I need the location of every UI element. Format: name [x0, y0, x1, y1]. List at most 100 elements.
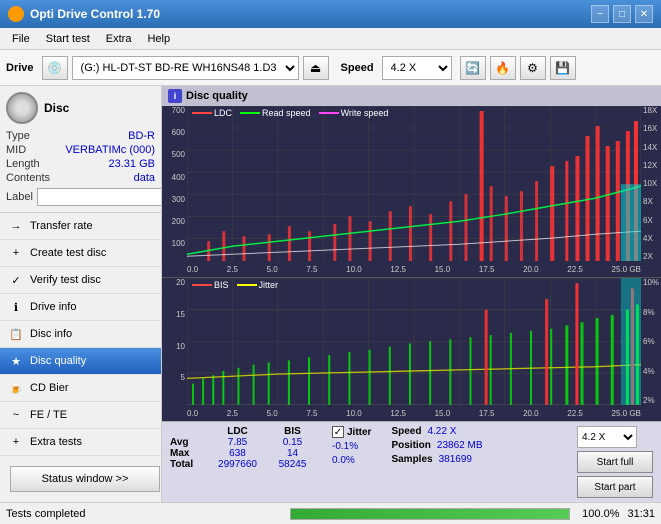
eject-button[interactable]: ⏏ [303, 56, 329, 80]
disc-label-input[interactable] [37, 188, 162, 206]
legend-write-speed: Write speed [319, 108, 389, 118]
maximize-button[interactable]: □ [613, 5, 631, 23]
nav-verify-test-disc[interactable]: ✓ Verify test disc [0, 267, 161, 294]
position-row-val: 23862 MB [437, 440, 483, 451]
legend-jitter-label: Jitter [259, 280, 279, 290]
nav-disc-info-label: Disc info [30, 328, 72, 340]
ldc-color-dot [192, 112, 212, 114]
samples-row-val: 381699 [439, 454, 472, 465]
nav-drive-info[interactable]: ℹ Drive info [0, 294, 161, 321]
drive-select[interactable]: (G:) HL-DT-ST BD-RE WH16NS48 1.D3 [72, 56, 299, 80]
chart-top-y-left: 700 600 500 400 300 200 100 [162, 106, 187, 261]
progress-percentage: 100.0% [582, 508, 619, 520]
nav-cd-bier[interactable]: 🍺 CD Bier [0, 375, 161, 402]
bis-header: BIS [265, 426, 320, 437]
minimize-button[interactable]: − [591, 5, 609, 23]
menu-extra[interactable]: Extra [98, 31, 140, 47]
chart-bottom-legend: BIS Jitter [192, 280, 278, 290]
sidebar: Disc Type BD-R MID VERBATIMc (000) Lengt… [0, 86, 162, 502]
stats-table: LDC BIS Avg 7.85 0.15 Max 638 [170, 426, 320, 470]
nav-disc-quality-label: Disc quality [30, 355, 86, 367]
jitter-checkbox[interactable]: ✓ [332, 426, 344, 438]
chart-bottom-y-right: 10% 8% 6% 4% 2% [641, 278, 661, 405]
avg-bis-val: 0.15 [265, 437, 320, 448]
speed-label: Speed [341, 62, 374, 74]
nav-create-test-disc[interactable]: + Create test disc [0, 240, 161, 267]
app-title: Opti Drive Control 1.70 [30, 7, 591, 21]
disc-label-row: Label ✎ [6, 188, 155, 206]
drive-icon-btn[interactable]: 💿 [42, 56, 68, 80]
write-speed-color-dot [319, 112, 339, 114]
nav-cd-bier-label: CD Bier [30, 382, 69, 394]
speed-dropdown[interactable]: 4.2 X [577, 426, 637, 448]
chart-top-legend: LDC Read speed Write speed [192, 108, 388, 118]
jitter-section: ✓ Jitter -0.1% 0.0% [332, 426, 371, 466]
start-part-button[interactable]: Start part [577, 476, 653, 498]
chart-top-y-right: 18X 16X 14X 12X 10X 8X 6X 4X 2X [641, 106, 661, 261]
settings-button[interactable]: ⚙ [520, 56, 546, 80]
speed-row-label: Speed [391, 426, 421, 437]
nav-disc-quality[interactable]: ★ Disc quality [0, 348, 161, 375]
start-buttons-section: 4.2 X Start full Start part [577, 426, 653, 498]
legend-bis: BIS [192, 280, 229, 290]
disc-quality-header: i Disc quality [162, 86, 661, 106]
menu-file[interactable]: File [4, 31, 38, 47]
nav-extra-tests[interactable]: + Extra tests [0, 429, 161, 456]
stats-avg-row: Avg 7.85 0.15 [170, 437, 320, 448]
close-button[interactable]: ✕ [635, 5, 653, 23]
speed-select-row: 4.2 X [577, 426, 653, 448]
transfer-rate-icon: → [8, 218, 24, 234]
menu-start-test[interactable]: Start test [38, 31, 98, 47]
total-bis-val: 58245 [265, 459, 320, 470]
ldc-header: LDC [210, 426, 265, 437]
speed-row: Speed 4.22 X [391, 426, 482, 437]
content-area: i Disc quality LDC Read speed [162, 86, 661, 502]
dq-header-icon: i [168, 89, 182, 103]
disc-length-row: Length 23.31 GB [6, 158, 155, 170]
chart-container: LDC Read speed Write speed 700 600 50 [162, 106, 661, 421]
status-window-button[interactable]: Status window >> [10, 466, 160, 492]
disc-length-val: 23.31 GB [109, 158, 155, 170]
legend-jitter: Jitter [237, 280, 279, 290]
cd-bier-icon: 🍺 [8, 380, 24, 396]
disc-icon [6, 92, 38, 124]
nav-fe-te[interactable]: ~ FE / TE [0, 402, 161, 429]
status-time: 31:31 [627, 508, 655, 520]
save-button[interactable]: 💾 [550, 56, 576, 80]
avg-ldc-val: 7.85 [210, 437, 265, 448]
disc-type-key: Type [6, 130, 30, 142]
bis-color-dot [192, 284, 212, 286]
refresh-button[interactable]: 🔄 [460, 56, 486, 80]
nav-drive-info-label: Drive info [30, 301, 76, 313]
verify-test-disc-icon: ✓ [8, 272, 24, 288]
chart-bottom-svg [187, 278, 641, 405]
speed-select[interactable]: 4.2 X [382, 56, 452, 80]
read-speed-color-dot [240, 112, 260, 114]
create-test-disc-icon: + [8, 245, 24, 261]
legend-bis-label: BIS [214, 280, 229, 290]
legend-write-speed-label: Write speed [341, 108, 389, 118]
nav-transfer-rate[interactable]: → Transfer rate [0, 213, 161, 240]
disc-quality-icon: ★ [8, 353, 24, 369]
disc-label-key: Label [6, 191, 33, 203]
nav-disc-info[interactable]: 📋 Disc info [0, 321, 161, 348]
disc-panel-title: Disc [44, 101, 69, 115]
jitter-color-dot [237, 284, 257, 286]
nav-fe-te-label: FE / TE [30, 409, 67, 421]
total-ldc-val: 2997660 [210, 459, 265, 470]
samples-row: Samples 381699 [391, 454, 482, 465]
position-row-label: Position [391, 440, 430, 451]
nav-extra-tests-label: Extra tests [30, 436, 82, 448]
app-icon [8, 6, 24, 22]
stats-max-row: Max 638 14 [170, 448, 320, 459]
status-text: Tests completed [6, 508, 282, 520]
chart-bottom: BIS Jitter 20 15 10 5 10% [162, 278, 661, 421]
chart-top-x-axis: 0.0 2.5 5.0 7.5 10.0 12.5 15.0 17.5 20.0… [187, 261, 641, 277]
burn-button[interactable]: 🔥 [490, 56, 516, 80]
menu-help[interactable]: Help [139, 31, 178, 47]
max-label: Max [170, 448, 210, 459]
avg-label: Avg [170, 437, 210, 448]
disc-mid-val: VERBATIMc (000) [65, 144, 155, 156]
start-full-button[interactable]: Start full [577, 451, 653, 473]
legend-ldc-label: LDC [214, 108, 232, 118]
